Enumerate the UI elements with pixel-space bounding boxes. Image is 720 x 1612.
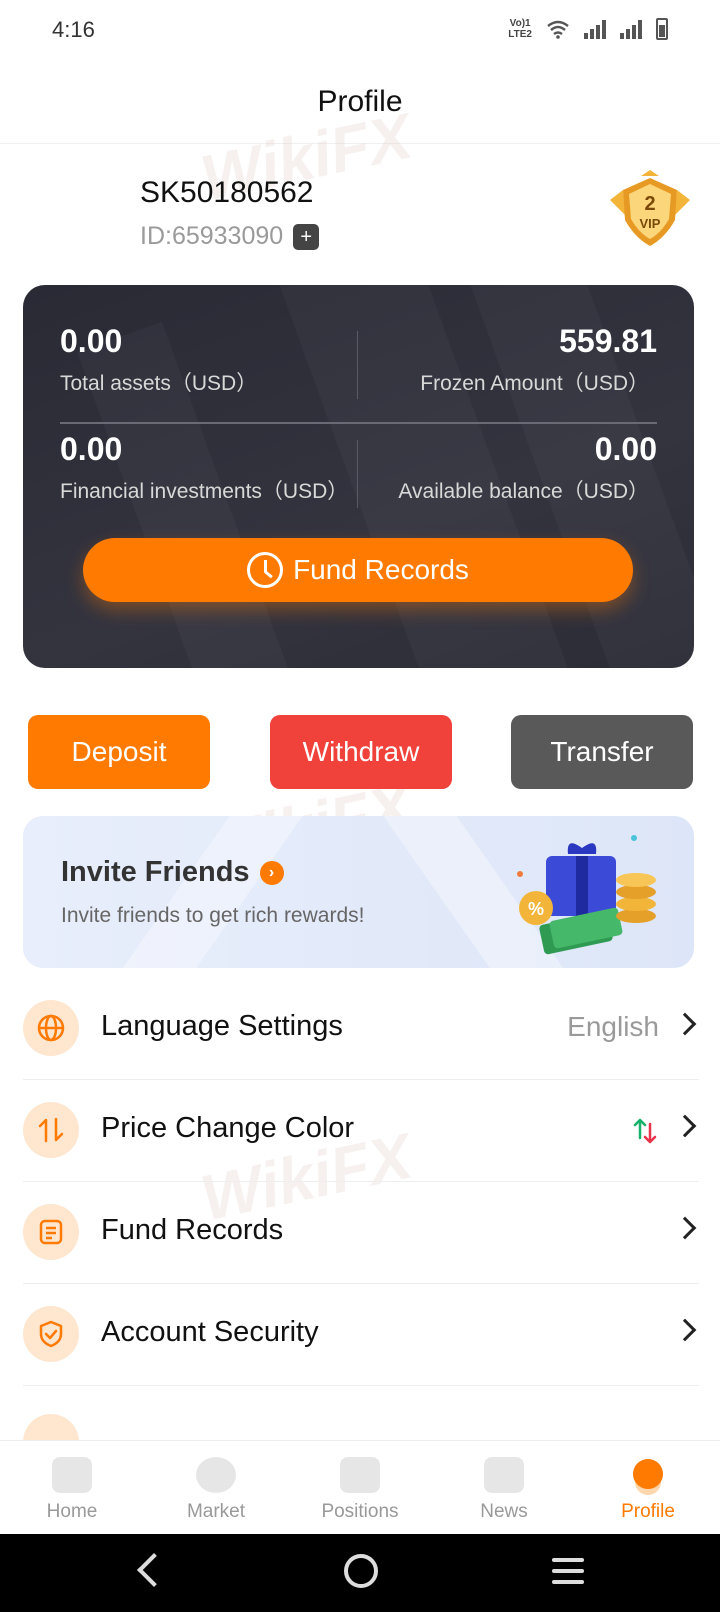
chevron-right-icon	[673, 1012, 697, 1036]
recents-icon[interactable]	[552, 1558, 584, 1591]
menu-item-label: Account Security	[101, 1316, 319, 1348]
back-icon[interactable]	[137, 1553, 171, 1587]
nav-home[interactable]: Home	[0, 1441, 144, 1534]
svg-text:%: %	[528, 899, 544, 919]
up-down-arrows-icon	[633, 1118, 657, 1144]
chevron-right-icon	[673, 1114, 697, 1138]
vip-text: VIP	[640, 216, 661, 231]
system-nav-bar	[0, 1534, 720, 1612]
menu-item-account-security[interactable]: Account Security	[23, 1284, 699, 1386]
bottom-nav: Home Market Positions News Profile	[0, 1440, 720, 1534]
page-title: Profile	[317, 85, 403, 118]
nav-market[interactable]: Market	[144, 1441, 288, 1534]
vip-badge-icon: 2 VIP	[610, 170, 690, 246]
nav-label: Positions	[321, 1501, 399, 1522]
invite-friends-banner[interactable]: Invite Friends › Invite friends to get r…	[23, 816, 694, 968]
nav-label: News	[480, 1501, 528, 1522]
divider	[357, 331, 358, 399]
user-name: SK50180562	[140, 176, 314, 209]
nav-label: Home	[46, 1501, 98, 1522]
invite-title-text: Invite Friends	[61, 856, 250, 888]
gift-box-icon: %	[517, 835, 656, 955]
transfer-button[interactable]: Transfer	[511, 715, 693, 789]
financial-investments-value: 0.00	[60, 431, 123, 467]
divider	[60, 422, 657, 424]
divider	[357, 440, 358, 508]
deposit-button[interactable]: Deposit	[28, 715, 210, 789]
wifi-icon	[547, 20, 569, 39]
menu-item-price-change-color[interactable]: Price Change Color	[23, 1080, 699, 1182]
nav-news[interactable]: News	[432, 1441, 576, 1534]
nav-profile[interactable]: Profile	[576, 1441, 720, 1534]
home-circle-icon[interactable]	[344, 1554, 378, 1588]
language-value: English	[567, 1011, 659, 1042]
profile-icon	[633, 1459, 663, 1489]
volte-icon: Vo)1 LTE2	[508, 18, 532, 40]
globe-icon	[23, 1000, 79, 1056]
status-bar: 4:16 Vo)1 LTE2	[0, 0, 720, 60]
arrow-right-icon: ›	[259, 860, 284, 885]
status-icons: Vo)1 LTE2	[508, 18, 668, 40]
nav-positions[interactable]: Positions	[288, 1441, 432, 1534]
chevron-right-icon	[673, 1318, 697, 1342]
frozen-amount-label: Frozen Amount（USD）	[420, 372, 649, 395]
clock-icon	[247, 552, 284, 588]
invite-title: Invite Friends ›	[61, 856, 284, 889]
asset-card: 0.00 Total assets（USD） 559.81 Frozen Amo…	[23, 285, 694, 668]
banner-decoration	[103, 816, 303, 968]
total-assets-label: Total assets（USD）	[60, 372, 258, 395]
withdraw-button[interactable]: Withdraw	[270, 715, 452, 789]
user-id-row: ID:65933090 +	[140, 218, 326, 251]
nav-label: Profile	[621, 1501, 675, 1522]
copy-icon[interactable]: +	[293, 218, 326, 250]
fund-records-button-label: Fund Records	[293, 554, 469, 585]
available-balance-label: Available balance（USD）	[398, 480, 649, 503]
menu-item-fund-records[interactable]: Fund Records	[23, 1182, 699, 1284]
status-time: 4:16	[52, 17, 95, 42]
signal-icon-2	[620, 19, 642, 39]
page-header: Profile	[0, 60, 720, 144]
signal-icon-1	[584, 19, 606, 39]
swap-icon	[23, 1102, 79, 1158]
home-icon	[52, 1457, 92, 1493]
available-balance-value: 0.00	[594, 431, 657, 467]
shield-icon	[23, 1306, 79, 1362]
battery-icon	[656, 18, 668, 40]
menu-item-language-settings[interactable]: Language Settings English	[23, 978, 699, 1080]
profile-screen: 4:16 Vo)1LTE2 Profile WikiFX WikiFX Wiki…	[0, 0, 720, 1612]
chart-icon	[340, 1457, 380, 1493]
news-icon	[484, 1457, 524, 1493]
financial-investments-label: Financial investments（USD）	[60, 480, 349, 503]
invite-subtitle: Invite friends to get rich rewards!	[61, 904, 365, 927]
nav-label: Market	[186, 1501, 246, 1522]
vip-level: 2	[644, 193, 655, 215]
chevron-right-icon	[673, 1216, 697, 1240]
menu-item-label: Language Settings	[101, 1010, 343, 1042]
document-icon	[23, 1204, 79, 1260]
menu-item-label: Price Change Color	[101, 1112, 355, 1144]
fund-records-button[interactable]: Fund Records	[83, 538, 633, 602]
dollar-icon	[196, 1457, 236, 1493]
total-assets-value: 0.00	[60, 323, 123, 359]
frozen-amount-value: 559.81	[559, 323, 657, 359]
user-id: ID:65933090	[140, 222, 284, 250]
menu-item-label: Fund Records	[101, 1214, 284, 1246]
